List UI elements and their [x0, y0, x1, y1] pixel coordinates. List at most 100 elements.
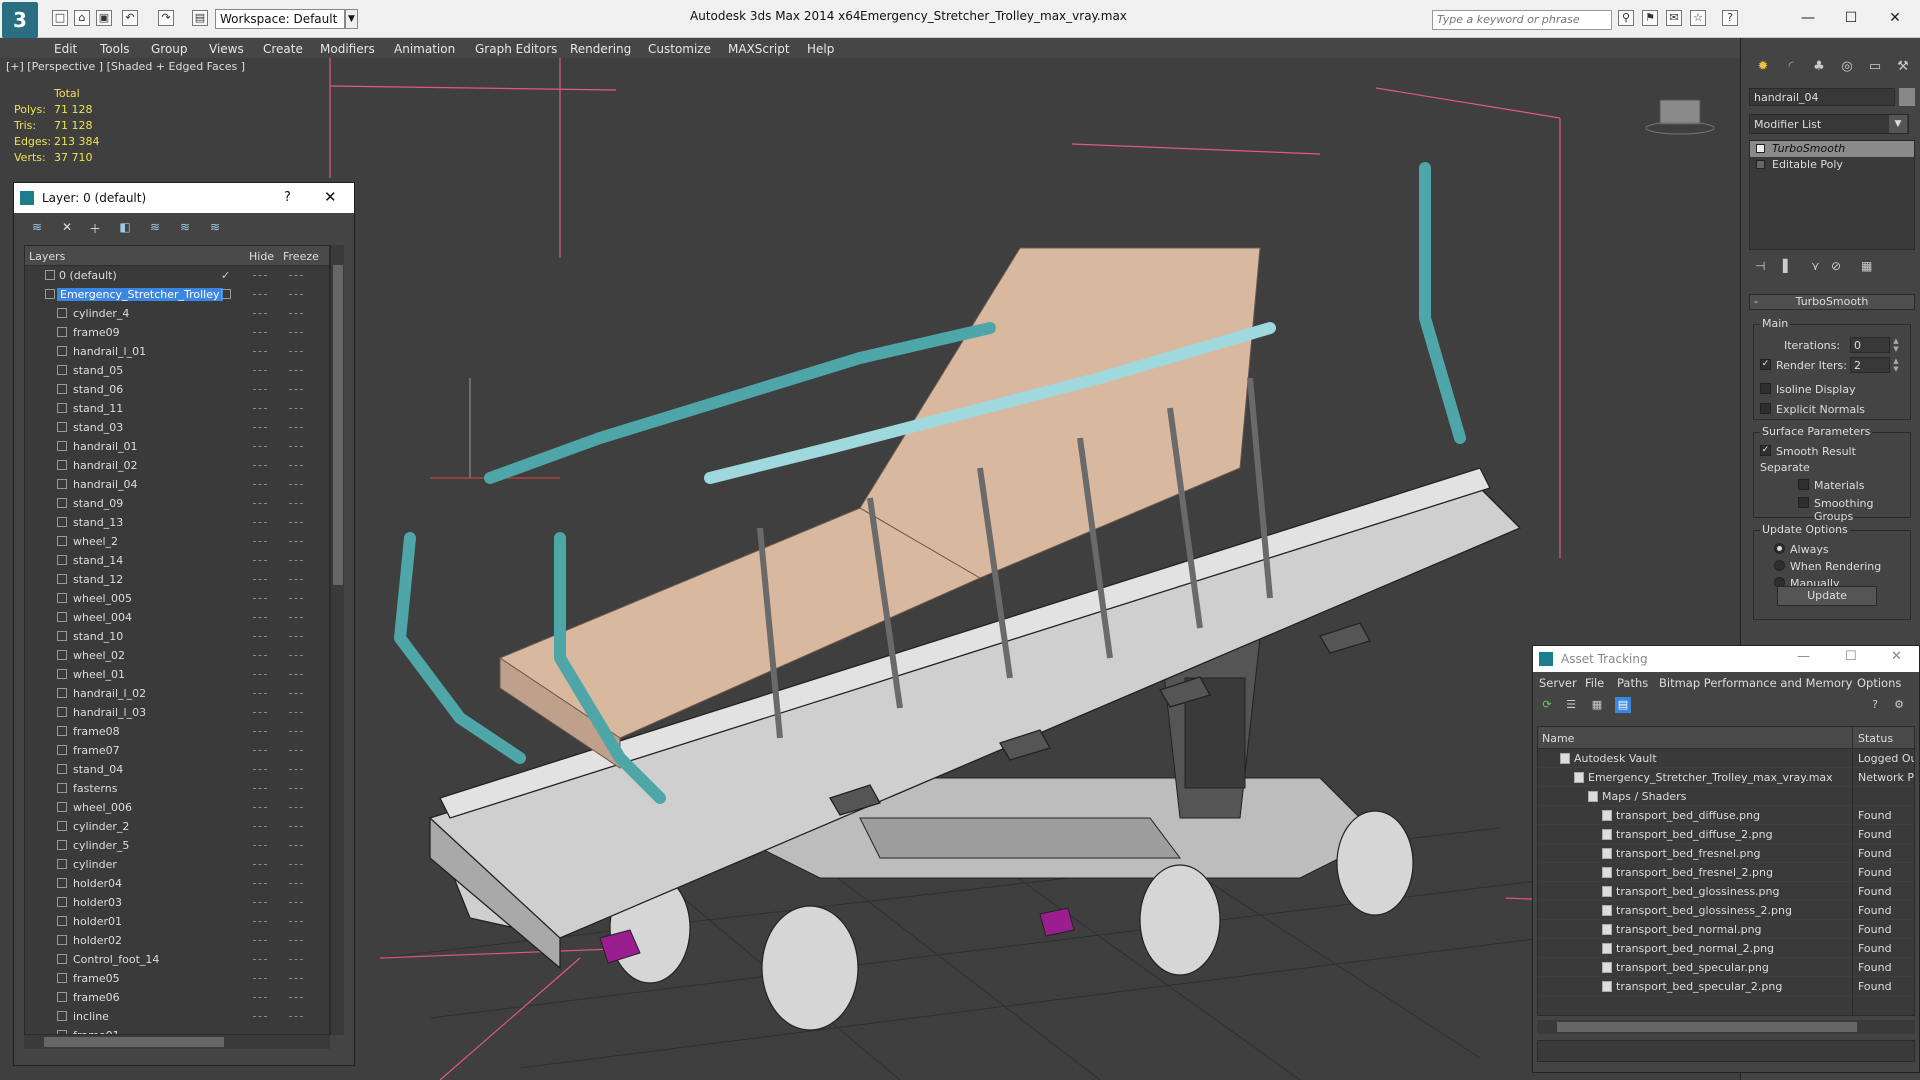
layer-object-row[interactable]: wheel_006 [25, 798, 329, 817]
utilities-tab-icon[interactable]: ⚒ [1891, 56, 1915, 78]
layer-object-row[interactable]: stand_06 [25, 380, 329, 399]
when-rendering-radio[interactable] [1774, 560, 1785, 571]
isoline-checkbox[interactable] [1760, 383, 1771, 394]
layer-object-row[interactable]: handrail_l_03 [25, 703, 329, 722]
maximize-icon[interactable]: ☐ [1836, 6, 1866, 30]
layer-object-row[interactable]: stand_13 [25, 513, 329, 532]
spinner-arrows-icon[interactable]: ▲ ▼ [1891, 337, 1901, 353]
update-button[interactable]: Update [1777, 586, 1877, 606]
layer-object-row[interactable]: wheel_01 [25, 665, 329, 684]
menu-tools[interactable]: Tools [100, 42, 130, 56]
hierarchy-tab-icon[interactable]: ♣ [1807, 56, 1831, 78]
asset-row[interactable]: Emergency_Stretcher_Trolley_max_vray.max… [1538, 768, 1914, 787]
render-iters-spinner[interactable]: 2 [1850, 357, 1890, 373]
layer-object-row[interactable]: cylinder_4 [25, 304, 329, 323]
asset-menu-options[interactable]: Options [1857, 676, 1901, 690]
active-box-icon[interactable] [221, 289, 231, 299]
expand-icon[interactable] [1756, 160, 1765, 169]
col-name[interactable]: Name [1542, 732, 1574, 745]
layer-object-row[interactable]: stand_14 [25, 551, 329, 570]
menu-views[interactable]: Views [209, 42, 244, 56]
layer-object-row[interactable]: stand_05 [25, 361, 329, 380]
menu-graph-editors[interactable]: Graph Editors [475, 42, 557, 56]
motion-tab-icon[interactable]: ◎ [1835, 56, 1859, 78]
layer-object-row[interactable]: holder04 [25, 874, 329, 893]
layer-object-row[interactable]: stand_04 [25, 760, 329, 779]
show-end-result-icon[interactable]: ▌ [1783, 259, 1792, 273]
asset-row[interactable]: transport_bed_fresnel.png Found [1538, 844, 1914, 863]
layer-horizontal-scrollbar[interactable] [24, 1035, 330, 1049]
layer-object-row[interactable]: frame07 [25, 741, 329, 760]
asset-row[interactable]: transport_bed_normal_2.png Found [1538, 939, 1914, 958]
stack-item-turbosmooth[interactable]: TurboSmooth [1750, 141, 1914, 157]
layer-object-row[interactable]: cylinder_5 [25, 836, 329, 855]
asset-maximize-icon[interactable]: ☐ [1845, 649, 1857, 664]
layer-object-row[interactable]: handrail_04 [25, 475, 329, 494]
layer-close-icon[interactable]: ✕ [324, 188, 337, 206]
modifier-dropdown-icon[interactable]: ▼ [1889, 115, 1907, 133]
open-file-icon[interactable]: ⌂ [74, 10, 90, 26]
asset-row[interactable]: transport_bed_diffuse.png Found [1538, 806, 1914, 825]
asset-row[interactable]: transport_bed_specular_2.png Found [1538, 977, 1914, 996]
redo-icon[interactable]: ↷ [158, 10, 174, 26]
menu-customize[interactable]: Customize [648, 42, 711, 56]
layer-object-row[interactable]: frame05 [25, 969, 329, 988]
save-file-icon[interactable]: ▣ [96, 10, 112, 26]
layer-row-selected[interactable]: Emergency_Stretcher_Trolley [25, 285, 329, 304]
layer-object-row[interactable]: handrail_01 [25, 437, 329, 456]
layer-object-row[interactable]: frame08 [25, 722, 329, 741]
menu-maxscript[interactable]: MAXScript [728, 42, 790, 56]
new-file-icon[interactable]: □ [52, 10, 68, 26]
menu-rendering[interactable]: Rendering [570, 42, 631, 56]
layer-panel-header[interactable]: Layer: 0 (default) ? ✕ [14, 183, 354, 213]
col-layers[interactable]: Layers [29, 250, 65, 263]
workspace-dropdown-icon[interactable]: ▼ [345, 9, 358, 29]
layer-object-row[interactable]: incline [25, 1007, 329, 1026]
layer-object-row[interactable]: stand_12 [25, 570, 329, 589]
col-hide[interactable]: Hide [249, 250, 274, 263]
asset-menu-paths[interactable]: Paths [1617, 676, 1648, 690]
pin-stack-icon[interactable]: ⊣ [1755, 259, 1765, 273]
layer-object-row[interactable]: stand_10 [25, 627, 329, 646]
asset-settings-icon[interactable]: ⚙ [1891, 697, 1907, 713]
hide-all-icon[interactable]: ≋ [206, 220, 224, 236]
layer-object-row[interactable]: stand_03 [25, 418, 329, 437]
active-check-icon[interactable]: ✓ [221, 269, 230, 282]
asset-row[interactable]: transport_bed_specular.png Found [1538, 958, 1914, 977]
explicit-normals-checkbox[interactable] [1760, 403, 1771, 414]
refresh-icon[interactable]: ⟳ [1539, 697, 1555, 713]
asset-row[interactable]: transport_bed_glossiness.png Found [1538, 882, 1914, 901]
layer-row-default[interactable]: 0 (default) ✓ [25, 266, 329, 285]
layer-stack-icon[interactable]: ≋ [28, 220, 46, 236]
object-color-swatch[interactable] [1899, 88, 1915, 106]
layer-object-row[interactable]: wheel_004 [25, 608, 329, 627]
object-name-field[interactable]: handrail_04 [1749, 88, 1895, 106]
smoothing-groups-checkbox[interactable] [1798, 497, 1809, 508]
highlight-layer-icon[interactable]: ≋ [176, 220, 194, 236]
col-freeze[interactable]: Freeze [283, 250, 319, 263]
layer-vertical-scrollbar[interactable] [330, 245, 344, 1035]
layer-object-row[interactable]: handrail_02 [25, 456, 329, 475]
subscription-icon[interactable]: ⚑ [1642, 10, 1658, 26]
layer-object-row[interactable]: holder02 [25, 931, 329, 950]
asset-horizontal-scrollbar[interactable] [1537, 1020, 1915, 1034]
thumbnail-view-icon[interactable]: ▦ [1589, 697, 1605, 713]
asset-panel-header[interactable]: Asset Tracking — ☐ ✕ [1533, 646, 1919, 672]
menu-animation[interactable]: Animation [394, 42, 455, 56]
list-view-icon[interactable]: ☰ [1563, 697, 1579, 713]
modifier-bulb-icon[interactable] [1756, 144, 1765, 153]
render-iters-checkbox[interactable]: ✓ [1760, 359, 1771, 370]
favorites-star-icon[interactable]: ☆ [1690, 10, 1706, 26]
layer-object-row[interactable]: cylinder [25, 855, 329, 874]
layer-object-row[interactable]: frame01 [25, 1026, 329, 1034]
delete-layer-icon[interactable]: ✕ [58, 220, 76, 236]
menu-modifiers[interactable]: Modifiers [320, 42, 375, 56]
select-objects-icon[interactable]: ≋ [146, 220, 164, 236]
modify-tab-icon[interactable]: ◜ [1779, 56, 1803, 78]
asset-row[interactable]: transport_bed_fresnel_2.png Found [1538, 863, 1914, 882]
workspace-select[interactable]: Workspace: Default [215, 9, 345, 29]
asset-row[interactable]: transport_bed_normal.png Found [1538, 920, 1914, 939]
spinner-arrows-icon[interactable]: ▲ ▼ [1891, 357, 1901, 373]
layer-object-row[interactable]: handrail_l_01 [25, 342, 329, 361]
materials-checkbox[interactable] [1798, 479, 1809, 490]
